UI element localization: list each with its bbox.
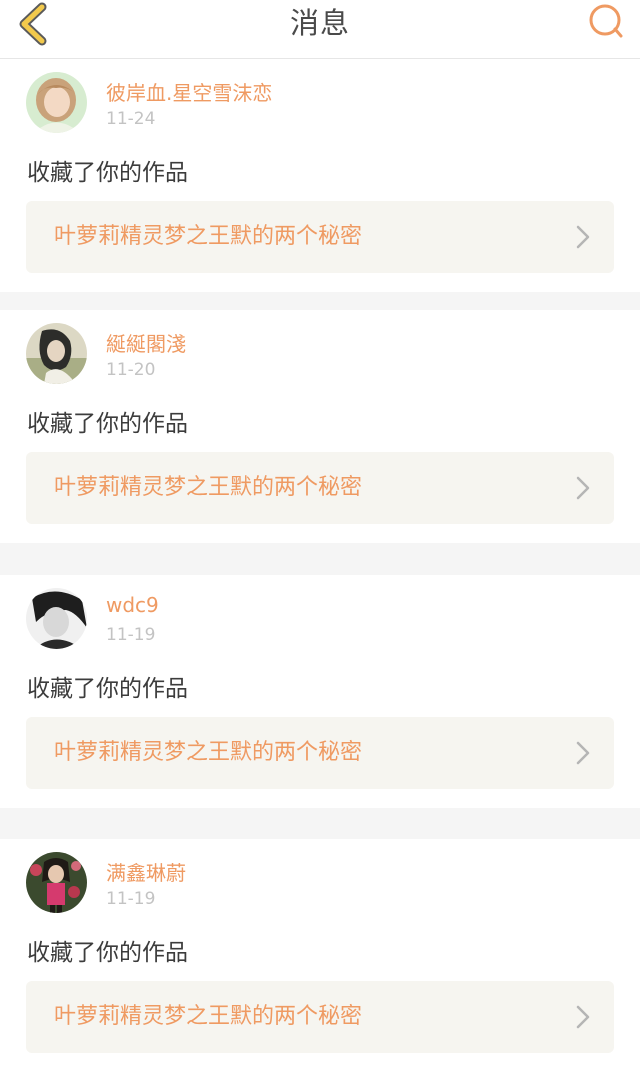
avatar[interactable] xyxy=(26,72,87,133)
message-action-text: 收藏了你的作品 xyxy=(27,160,188,186)
chevron-right-icon xyxy=(576,741,590,764)
message-card: wdc9 11-19 收藏了你的作品 叶萝莉精灵梦之王默的两个秘密 xyxy=(0,574,640,808)
work-link-card[interactable]: 叶萝莉精灵梦之王默的两个秘密 xyxy=(26,981,614,1053)
card-separator xyxy=(0,807,640,839)
message-action-text: 收藏了你的作品 xyxy=(27,940,188,966)
message-list: 彼岸血.星空雪沫恋 11-24 收藏了你的作品 叶萝莉精灵梦之王默的两个秘密 綖… xyxy=(0,59,640,1072)
chevron-right-icon xyxy=(576,1005,590,1029)
message-date: 11-19 xyxy=(106,624,156,645)
avatar[interactable] xyxy=(26,323,87,384)
avatar[interactable] xyxy=(26,587,87,649)
work-title: 叶萝莉精灵梦之王默的两个秘密 xyxy=(54,224,363,249)
chevron-right-icon xyxy=(576,225,590,249)
work-title: 叶萝莉精灵梦之王默的两个秘密 xyxy=(54,1004,363,1029)
work-link-card[interactable]: 叶萝莉精灵梦之王默的两个秘密 xyxy=(26,452,614,524)
username-link[interactable]: 满鑫琳蔚 xyxy=(106,857,186,886)
card-separator xyxy=(0,292,640,310)
message-card: 满鑫琳蔚 11-19 收藏了你的作品 叶萝莉精灵梦之王默的两个秘密 xyxy=(0,839,640,1072)
search-icon xyxy=(589,4,623,38)
username-link[interactable]: 彼岸血.星空雪沫恋 xyxy=(106,77,272,106)
message-date: 11-24 xyxy=(106,109,156,129)
top-navigation-bar: 消息 xyxy=(0,0,640,59)
message-action-text: 收藏了你的作品 xyxy=(27,675,188,702)
message-date: 11-19 xyxy=(106,889,156,909)
work-link-card[interactable]: 叶萝莉精灵梦之王默的两个秘密 xyxy=(26,201,614,273)
work-title: 叶萝莉精灵梦之王默的两个秘密 xyxy=(54,475,363,500)
message-action-text: 收藏了你的作品 xyxy=(27,411,188,437)
username-link[interactable]: wdc9 xyxy=(106,593,159,617)
work-link-card[interactable]: 叶萝莉精灵梦之王默的两个秘密 xyxy=(26,716,614,789)
search-button[interactable] xyxy=(584,1,628,41)
message-card: 綖綖閣淺 11-20 收藏了你的作品 叶萝莉精灵梦之王默的两个秘密 xyxy=(0,310,640,543)
message-date: 11-20 xyxy=(106,360,156,380)
avatar[interactable] xyxy=(26,852,87,913)
message-card: 彼岸血.星空雪沫恋 11-24 收藏了你的作品 叶萝莉精灵梦之王默的两个秘密 xyxy=(0,59,640,292)
chevron-right-icon xyxy=(576,476,590,500)
work-title: 叶萝莉精灵梦之王默的两个秘密 xyxy=(54,739,363,765)
page-title: 消息 xyxy=(289,6,350,40)
username-link[interactable]: 綖綖閣淺 xyxy=(106,328,186,357)
card-separator xyxy=(0,543,640,575)
